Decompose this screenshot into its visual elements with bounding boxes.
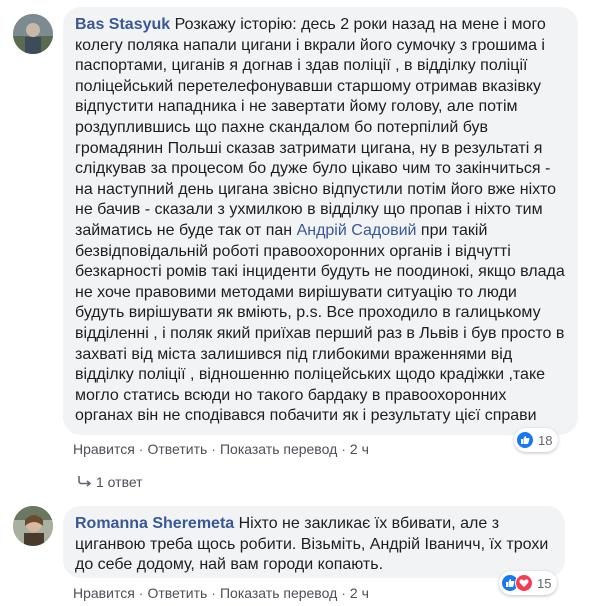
comment-bubble: Bas Stasyuk Розкажу історію: десь 2 роки… bbox=[63, 7, 578, 435]
avatar[interactable] bbox=[13, 506, 53, 546]
separator: · bbox=[341, 441, 346, 457]
comment-1: Bas Stasyuk Розкажу історію: десь 2 роки… bbox=[0, 0, 610, 500]
mention-link[interactable]: Андрій Садовий bbox=[297, 222, 417, 239]
comment-author[interactable]: Romanna Sheremeta bbox=[75, 515, 234, 532]
comment-author[interactable]: Bas Stasyuk bbox=[75, 16, 170, 33]
reply-count: 1 ответ bbox=[96, 474, 143, 490]
avatar-photo bbox=[13, 506, 53, 546]
love-reaction-icon bbox=[515, 574, 533, 592]
separator: · bbox=[138, 585, 144, 601]
comment-actions: Нравится · Ответить · Показать перевод · 2 ч bbox=[73, 441, 369, 457]
comment-text-continued: при такій безвідповідальній роботі право… bbox=[75, 221, 565, 425]
comment-time[interactable]: 2 ч bbox=[350, 441, 369, 457]
view-replies-link[interactable]: 1 ответ bbox=[78, 474, 143, 490]
avatar-photo bbox=[13, 14, 53, 54]
reply-arrow-icon bbox=[78, 474, 96, 490]
like-link[interactable]: Нравится bbox=[73, 585, 135, 601]
comment-bubble: Romanna Sheremeta Ніхто не закликає їх в… bbox=[63, 506, 565, 578]
reaction-summary[interactable]: 15 bbox=[499, 571, 558, 595]
comment-time[interactable]: 2 ч bbox=[350, 585, 369, 601]
reaction-count: 18 bbox=[538, 432, 553, 448]
comment-actions: Нравится · Ответить · Показать перевод · 2 ч bbox=[73, 585, 369, 601]
separator: · bbox=[138, 441, 144, 457]
reaction-summary[interactable]: 18 bbox=[514, 428, 559, 452]
separator: · bbox=[211, 585, 216, 601]
translate-link[interactable]: Показать перевод bbox=[220, 441, 337, 457]
separator: · bbox=[211, 441, 216, 457]
translate-link[interactable]: Показать перевод bbox=[220, 585, 337, 601]
reply-link[interactable]: Ответить bbox=[147, 441, 207, 457]
reaction-count: 15 bbox=[537, 575, 552, 591]
comment-2: Romanna Sheremeta Ніхто не закликає їх в… bbox=[0, 500, 610, 606]
like-reaction-icon bbox=[516, 431, 534, 449]
avatar[interactable] bbox=[13, 14, 53, 54]
comment-text: Розкажу історію: десь 2 роки назад на ме… bbox=[75, 16, 557, 239]
reply-link[interactable]: Ответить bbox=[147, 585, 207, 601]
like-link[interactable]: Нравится bbox=[73, 441, 135, 457]
separator: · bbox=[341, 585, 346, 601]
